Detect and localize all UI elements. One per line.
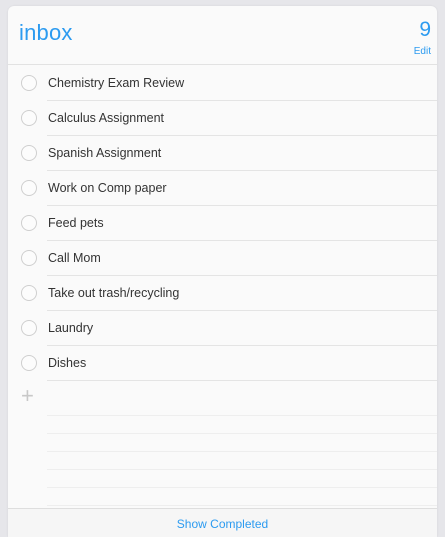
task-label[interactable]: Calculus Assignment bbox=[48, 111, 164, 125]
list-item[interactable]: Take out trash/recycling bbox=[8, 276, 437, 311]
reminders-list-card: inbox 9 Edit Chemistry Exam Review Calcu… bbox=[8, 6, 437, 537]
plus-icon[interactable]: + bbox=[21, 385, 34, 407]
empty-line bbox=[8, 470, 437, 488]
checkbox-circle[interactable] bbox=[21, 110, 37, 126]
list-item[interactable]: Dishes bbox=[8, 346, 437, 381]
list-item[interactable]: Work on Comp paper bbox=[8, 171, 437, 206]
list-item[interactable]: Chemistry Exam Review bbox=[8, 66, 437, 101]
checkbox-circle[interactable] bbox=[21, 145, 37, 161]
checkbox-circle[interactable] bbox=[21, 285, 37, 301]
list-header: inbox 9 Edit bbox=[8, 6, 437, 65]
show-completed-button[interactable]: Show Completed bbox=[177, 517, 268, 531]
task-label[interactable]: Spanish Assignment bbox=[48, 146, 161, 160]
task-label[interactable]: Feed pets bbox=[48, 216, 104, 230]
empty-line bbox=[8, 488, 437, 506]
checkbox-circle[interactable] bbox=[21, 75, 37, 91]
list-item[interactable]: Feed pets bbox=[8, 206, 437, 241]
add-item-row[interactable]: + bbox=[8, 381, 437, 416]
list-item[interactable]: Calculus Assignment bbox=[8, 101, 437, 136]
checkbox-circle[interactable] bbox=[21, 180, 37, 196]
list-item[interactable]: Spanish Assignment bbox=[8, 136, 437, 171]
task-label[interactable]: Chemistry Exam Review bbox=[48, 76, 184, 90]
task-label[interactable]: Laundry bbox=[48, 321, 93, 335]
empty-line bbox=[8, 416, 437, 434]
list-item[interactable]: Call Mom bbox=[8, 241, 437, 276]
list-item[interactable]: Laundry bbox=[8, 311, 437, 346]
task-list: Chemistry Exam Review Calculus Assignmen… bbox=[8, 66, 437, 524]
checkbox-circle[interactable] bbox=[21, 320, 37, 336]
checkbox-circle[interactable] bbox=[21, 250, 37, 266]
checkbox-circle[interactable] bbox=[21, 215, 37, 231]
task-label[interactable]: Call Mom bbox=[48, 251, 101, 265]
checkbox-circle[interactable] bbox=[21, 355, 37, 371]
task-label[interactable]: Dishes bbox=[48, 356, 86, 370]
item-count: 9 bbox=[419, 18, 431, 41]
list-title[interactable]: inbox bbox=[19, 20, 73, 46]
task-label[interactable]: Work on Comp paper bbox=[48, 181, 167, 195]
edit-button[interactable]: Edit bbox=[414, 46, 431, 57]
empty-line bbox=[8, 452, 437, 470]
list-footer: Show Completed bbox=[8, 508, 437, 537]
empty-line bbox=[8, 434, 437, 452]
task-label[interactable]: Take out trash/recycling bbox=[48, 286, 179, 300]
